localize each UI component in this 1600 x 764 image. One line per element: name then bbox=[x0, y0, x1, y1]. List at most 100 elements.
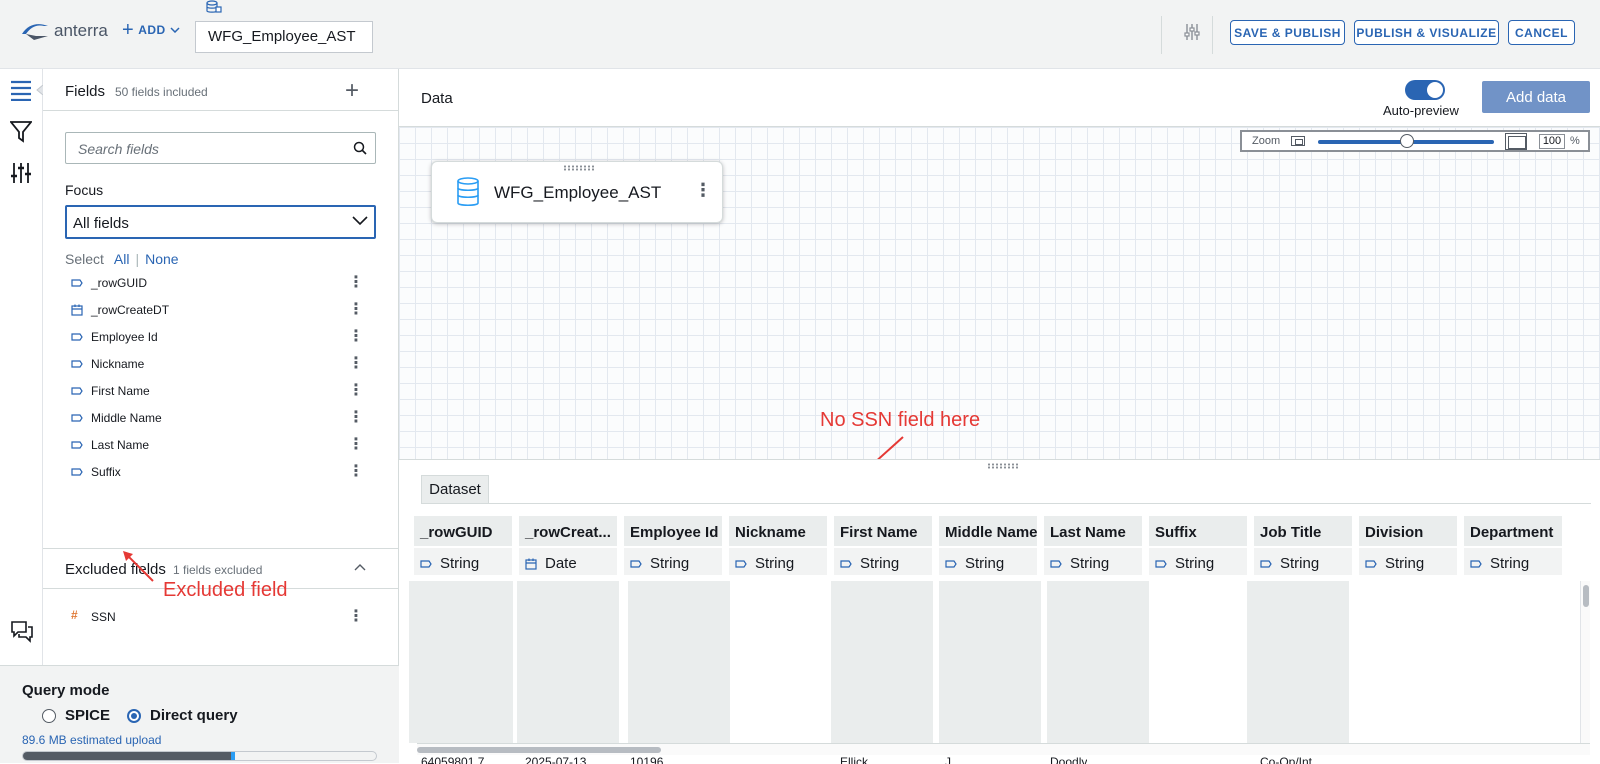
more-options-icon[interactable]: ⋮ bbox=[348, 434, 364, 454]
settings-sliders-icon[interactable] bbox=[1184, 23, 1200, 41]
string-type-icon bbox=[1155, 559, 1167, 568]
column-type[interactable]: String bbox=[834, 548, 932, 575]
column-header[interactable]: Middle Name bbox=[939, 516, 1037, 546]
drag-handle-icon[interactable] bbox=[563, 165, 595, 171]
field-name: Middle Name bbox=[91, 411, 162, 425]
dataset-name-input[interactable]: WFG_Employee_AST bbox=[195, 21, 373, 53]
data-title: Data bbox=[421, 90, 453, 107]
column-type-label: String bbox=[1175, 555, 1215, 572]
column-header[interactable]: _rowCreat... bbox=[519, 516, 617, 546]
zoom-in-icon[interactable] bbox=[1505, 133, 1527, 150]
zoom-out-icon[interactable] bbox=[1291, 136, 1305, 146]
save-publish-button[interactable]: SAVE & PUBLISH bbox=[1230, 20, 1345, 45]
fields-title: Fields bbox=[65, 83, 106, 100]
column-type[interactable]: String bbox=[1464, 548, 1562, 575]
column-type[interactable]: String bbox=[1254, 548, 1352, 575]
dataset-node-label: WFG_Employee_AST bbox=[494, 183, 662, 202]
brand-logo-icon bbox=[22, 24, 48, 40]
field-name: _rowGUID bbox=[91, 276, 148, 290]
preview-vertical-scrollbar[interactable] bbox=[1580, 581, 1590, 743]
column-type-label: Date bbox=[545, 555, 577, 572]
direct-query-radio[interactable] bbox=[127, 708, 141, 723]
feedback-chat-icon[interactable] bbox=[10, 620, 34, 644]
column-header[interactable]: Last Name bbox=[1044, 516, 1142, 546]
field-item[interactable]: _rowCreateDT ⋮ bbox=[43, 297, 399, 324]
column-header[interactable]: First Name bbox=[834, 516, 932, 546]
tab-divider bbox=[421, 503, 1591, 504]
more-options-icon[interactable]: ⋮ bbox=[348, 461, 364, 481]
more-options-icon[interactable]: ⋮ bbox=[348, 407, 364, 427]
scrollbar-thumb[interactable] bbox=[417, 747, 661, 753]
focus-dropdown[interactable]: All fields bbox=[65, 205, 376, 239]
chevron-down-icon bbox=[170, 27, 180, 33]
field-item[interactable]: Nickname ⋮ bbox=[43, 351, 399, 378]
column-type[interactable]: String bbox=[729, 548, 827, 575]
string-type-icon bbox=[71, 279, 83, 287]
column-type-label: String bbox=[1490, 555, 1530, 572]
column-type[interactable]: String bbox=[414, 548, 512, 575]
column-type-label: String bbox=[1070, 555, 1110, 572]
more-options-icon[interactable]: ⋮ bbox=[348, 326, 364, 346]
spice-radio-option[interactable]: SPICE bbox=[42, 707, 110, 724]
add-field-icon[interactable]: + bbox=[345, 77, 359, 105]
excluded-field-item[interactable]: # SSN ⋮ bbox=[43, 604, 399, 631]
cancel-button[interactable]: CANCEL bbox=[1508, 20, 1575, 45]
add-menu-button[interactable]: + ADD bbox=[122, 20, 180, 40]
fields-list-icon[interactable] bbox=[10, 79, 34, 101]
column-type[interactable]: String bbox=[939, 548, 1037, 575]
data-canvas[interactable]: Zoom 100 % WFG_Employee_AST ⋮ No SSN fie… bbox=[399, 127, 1600, 497]
select-none-link[interactable]: None bbox=[145, 251, 178, 267]
column-type[interactable]: String bbox=[624, 548, 722, 575]
select-controls: Select All | None bbox=[65, 251, 179, 267]
column-header[interactable]: Nickname bbox=[729, 516, 827, 546]
more-options-icon[interactable]: ⋮ bbox=[348, 353, 364, 373]
more-options-icon[interactable]: ⋮ bbox=[348, 380, 364, 400]
search-placeholder: Search fields bbox=[78, 141, 159, 157]
excluded-field-annotation: Excluded field bbox=[163, 579, 288, 601]
parameters-sliders-icon[interactable] bbox=[10, 162, 32, 184]
column-type[interactable]: String bbox=[1044, 548, 1142, 575]
zoom-value-input[interactable]: 100 bbox=[1539, 134, 1565, 149]
scrollbar-thumb[interactable] bbox=[1583, 585, 1589, 607]
search-fields-input[interactable]: Search fields bbox=[65, 132, 376, 164]
string-type-icon bbox=[71, 333, 83, 341]
field-item[interactable]: Middle Name ⋮ bbox=[43, 405, 399, 432]
more-options-icon[interactable]: ⋮ bbox=[694, 180, 712, 201]
zoom-slider-thumb[interactable] bbox=[1400, 134, 1414, 148]
column-type-label: String bbox=[1385, 555, 1425, 572]
field-item[interactable]: _rowGUID ⋮ bbox=[43, 270, 399, 297]
direct-query-radio-option[interactable]: Direct query bbox=[127, 707, 238, 724]
string-type-icon bbox=[840, 559, 852, 568]
redacted-cells bbox=[628, 581, 730, 743]
column-header[interactable]: Job Title bbox=[1254, 516, 1352, 546]
database-icon bbox=[206, 0, 222, 13]
more-options-icon[interactable]: ⋮ bbox=[348, 299, 364, 319]
select-all-link[interactable]: All bbox=[114, 251, 130, 267]
filter-icon[interactable] bbox=[10, 121, 32, 143]
more-options-icon[interactable]: ⋮ bbox=[348, 272, 364, 292]
spice-radio[interactable] bbox=[42, 708, 56, 723]
field-item[interactable]: First Name ⋮ bbox=[43, 378, 399, 405]
field-item[interactable]: Employee Id ⋮ bbox=[43, 324, 399, 351]
column-type[interactable]: Date bbox=[519, 548, 617, 575]
column-header[interactable]: Suffix bbox=[1149, 516, 1247, 546]
more-options-icon[interactable]: ⋮ bbox=[348, 606, 364, 626]
dataset-node[interactable]: WFG_Employee_AST ⋮ bbox=[431, 161, 723, 223]
tab-dataset[interactable]: Dataset bbox=[421, 475, 489, 503]
column-type[interactable]: String bbox=[1359, 548, 1457, 575]
focus-selected-value: All fields bbox=[73, 215, 129, 232]
chevron-up-icon[interactable] bbox=[354, 563, 366, 571]
redacted-cells bbox=[409, 581, 513, 743]
field-item[interactable]: Suffix ⋮ bbox=[43, 459, 399, 486]
column-header[interactable]: Employee Id bbox=[624, 516, 722, 546]
auto-preview-toggle[interactable] bbox=[1405, 80, 1445, 100]
column-header[interactable]: Division bbox=[1359, 516, 1457, 546]
resize-handle-icon[interactable] bbox=[987, 463, 1019, 469]
field-item[interactable]: Last Name ⋮ bbox=[43, 432, 399, 459]
column-header[interactable]: Department bbox=[1464, 516, 1562, 546]
publish-visualize-button[interactable]: PUBLISH & VISUALIZE bbox=[1354, 20, 1499, 45]
preview-horizontal-scrollbar[interactable] bbox=[417, 743, 1590, 755]
column-header[interactable]: _rowGUID bbox=[414, 516, 512, 546]
add-data-button[interactable]: Add data bbox=[1482, 81, 1590, 113]
column-type[interactable]: String bbox=[1149, 548, 1247, 575]
